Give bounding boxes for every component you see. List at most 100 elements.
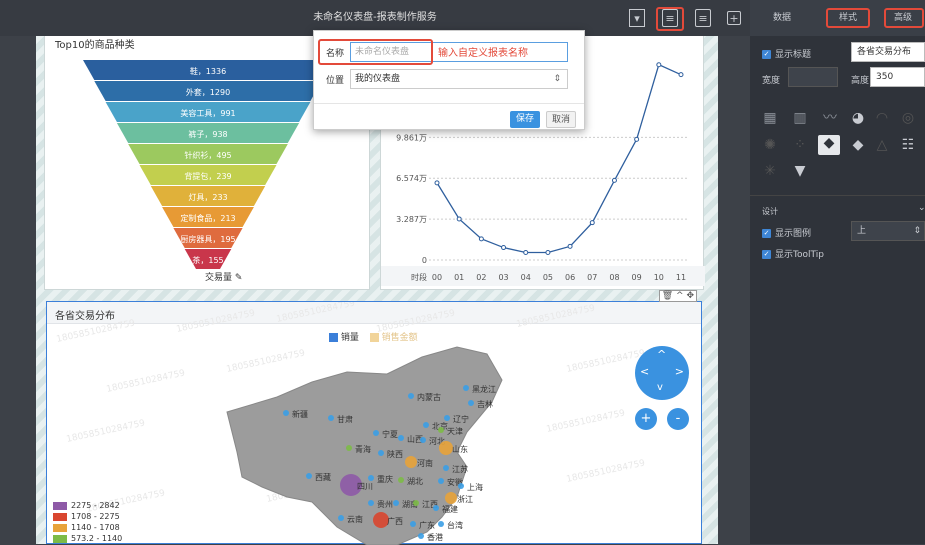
province-marker[interactable] [398, 435, 404, 441]
province-marker[interactable] [306, 473, 312, 479]
map-pan-control[interactable]: ^ < > v [635, 346, 689, 400]
collapse-icon[interactable]: ^ [676, 291, 684, 301]
province-marker[interactable] [413, 500, 419, 506]
show-tooltip-label: 显示ToolTip [775, 250, 824, 260]
province-marker[interactable] [408, 393, 414, 399]
province-label: 内蒙古 [417, 392, 441, 402]
funnel-chart-icon[interactable]: ▼ [792, 163, 808, 179]
radar-chart-icon[interactable]: ✺ [762, 137, 778, 153]
data-point[interactable] [501, 245, 507, 251]
province-marker[interactable] [418, 533, 424, 539]
province-marker[interactable] [444, 415, 450, 421]
china-map[interactable]: 18058510284759 18058510284759 180585102847… [47, 302, 701, 545]
province-marker[interactable] [438, 427, 444, 433]
legend-position-select[interactable]: 上 ⇕ [851, 221, 925, 241]
scatter-chart-icon[interactable]: ⁘ [792, 137, 808, 153]
data-point[interactable] [523, 250, 529, 256]
wordcloud-chart-icon[interactable]: ✳ [762, 163, 778, 179]
province-marker[interactable] [468, 400, 474, 406]
move-icon[interactable]: ✥ [686, 291, 694, 301]
province-marker[interactable] [443, 465, 449, 471]
data-point[interactable] [589, 220, 595, 226]
data-point[interactable] [634, 136, 640, 142]
province-marker[interactable] [283, 410, 289, 416]
range-legend-item[interactable]: 2275 - 2842 [53, 500, 122, 511]
province-label: 甘肃 [337, 414, 353, 424]
design-collapse-icon[interactable]: ⌄ [918, 203, 925, 213]
show-title-option[interactable]: ✓ 显示标题 [762, 47, 811, 60]
province-marker[interactable] [423, 422, 429, 428]
heatmap-chart-icon[interactable]: ◆ [850, 137, 866, 153]
map-panel[interactable]: 🗑 ^ ✥ 各省交易分布 销量 销售金额 18058510284759 18058… [46, 290, 702, 545]
bar-chart-icon[interactable]: ▥ [792, 110, 808, 126]
data-point[interactable] [656, 62, 662, 68]
data-point[interactable] [678, 72, 684, 78]
data-point[interactable] [478, 236, 484, 242]
province-marker[interactable] [368, 500, 374, 506]
province-label: 台湾 [447, 520, 463, 530]
province-marker[interactable] [346, 445, 352, 451]
map-chart-icon-selected[interactable]: ◆ [818, 135, 840, 155]
province-marker[interactable] [398, 477, 404, 483]
x-tick-label: 07 [587, 273, 597, 282]
province-marker[interactable] [433, 505, 439, 511]
zoom-out-button[interactable]: - [667, 408, 689, 430]
edit-pencil-icon[interactable]: ✎ [235, 273, 243, 283]
save-button[interactable]: 保存 [510, 111, 540, 128]
watermark-text: 18058510284759 [106, 368, 187, 395]
funnel-label: 茶，155 [192, 255, 223, 265]
panel-tools[interactable]: 🗑 ^ ✥ [658, 290, 697, 302]
height-input[interactable]: 350 [870, 67, 925, 87]
zoom-in-button[interactable]: + [635, 408, 657, 430]
data-point[interactable] [545, 250, 551, 256]
table-chart-icon[interactable]: ▦ [762, 110, 778, 126]
province-marker[interactable] [328, 415, 334, 421]
show-tooltip-option[interactable]: ✓ 显示ToolTip [762, 247, 824, 260]
line-chart-icon[interactable]: 〰 [822, 110, 838, 126]
pie-chart-icon[interactable]: ◕ [850, 110, 866, 126]
pan-up-icon[interactable]: ^ [657, 348, 666, 361]
x-axis-label: 时段 [411, 272, 427, 282]
province-marker[interactable] [438, 478, 444, 484]
range-legend-item[interactable]: 1140 - 1708 [53, 522, 122, 533]
province-marker[interactable] [378, 450, 384, 456]
province-marker[interactable] [338, 515, 344, 521]
area-chart-icon[interactable]: △ [874, 137, 890, 153]
province-marker[interactable] [438, 521, 444, 527]
data-point[interactable] [434, 180, 440, 186]
text-chart-icon[interactable]: ☷ [900, 137, 916, 153]
data-point[interactable] [567, 243, 573, 249]
add-icon[interactable]: + [727, 11, 741, 25]
funnel-label: 美容工具，991 [180, 108, 235, 118]
gauge-chart-icon[interactable]: ◠ [874, 110, 890, 126]
ring-chart-icon[interactable]: ◎ [900, 110, 916, 126]
location-select[interactable]: 我的仪表盘 ⇕ [350, 69, 568, 89]
province-marker[interactable] [439, 441, 453, 455]
range-legend-item[interactable]: 1708 - 2275 [53, 511, 122, 522]
province-marker[interactable] [410, 521, 416, 527]
width-input[interactable] [788, 67, 838, 87]
save-as-icon[interactable]: ≡ [695, 9, 711, 27]
pan-down-icon[interactable]: v [657, 382, 663, 393]
province-label: 四川 [357, 482, 373, 491]
province-marker[interactable] [458, 483, 464, 489]
data-point[interactable] [611, 177, 617, 183]
province-marker[interactable] [373, 430, 379, 436]
province-marker[interactable] [405, 456, 417, 468]
save-dialog: 名称 未命名仪表盘 输入自定义报表名称 位置 我的仪表盘 ⇕ 保存 取消 [313, 30, 585, 130]
cancel-button[interactable]: 取消 [546, 111, 576, 128]
pan-left-icon[interactable]: < [640, 365, 649, 378]
delete-icon[interactable]: 🗑 [662, 291, 673, 301]
province-marker[interactable] [368, 475, 374, 481]
data-point[interactable] [456, 216, 462, 222]
tab-data[interactable]: 数据 [762, 10, 802, 26]
show-legend-option[interactable]: ✓ 显示图例 [762, 226, 811, 239]
range-legend-item[interactable]: 573.2 - 1140 [53, 533, 122, 544]
province-marker[interactable] [393, 500, 399, 506]
province-marker[interactable] [463, 385, 469, 391]
pan-right-icon[interactable]: > [675, 365, 684, 378]
present-icon[interactable]: ▾ [629, 9, 645, 27]
province-marker[interactable] [420, 437, 426, 443]
title-input[interactable]: 各省交易分布 [851, 42, 925, 62]
province-marker[interactable] [445, 492, 457, 504]
